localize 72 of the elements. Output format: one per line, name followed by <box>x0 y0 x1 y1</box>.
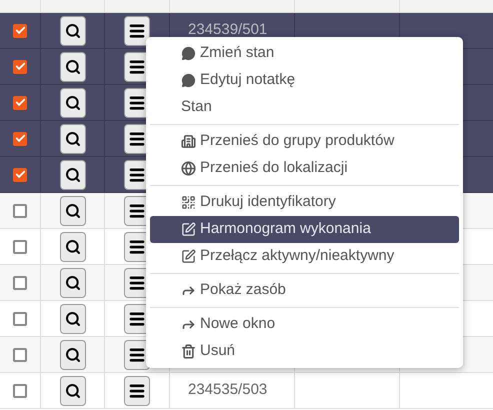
search-icon <box>64 202 80 218</box>
menu-item[interactable]: Harmonogram wykonania <box>150 216 459 243</box>
menu-item[interactable]: Przenieś do lokalizacji <box>150 155 459 182</box>
table-cell-text: 234539/501 <box>188 20 268 40</box>
menu-icon <box>128 58 146 76</box>
row-checkbox[interactable] <box>13 96 27 110</box>
menu-icon <box>128 94 146 112</box>
search-icon <box>64 382 80 398</box>
row-checkbox[interactable] <box>13 240 27 254</box>
search-button[interactable] <box>60 124 86 154</box>
row-checkbox[interactable] <box>13 348 27 362</box>
menu-icon <box>128 166 146 184</box>
search-button[interactable] <box>60 160 86 190</box>
check-icon <box>14 25 26 36</box>
search-icon <box>64 22 80 38</box>
search-icon <box>64 130 80 146</box>
menu-item[interactable]: Przełącz aktywny/nieaktywny <box>150 243 459 270</box>
search-button[interactable] <box>60 88 86 118</box>
edit-icon <box>181 222 196 237</box>
building-icon <box>181 134 196 149</box>
search-icon <box>64 310 80 326</box>
speech-bubble-icon <box>181 46 196 61</box>
check-icon <box>14 169 26 180</box>
row-checkbox[interactable] <box>13 276 27 290</box>
menu-icon <box>128 238 146 256</box>
menu-icon <box>128 22 146 40</box>
search-button[interactable] <box>60 340 86 370</box>
search-button[interactable] <box>60 52 86 82</box>
search-icon <box>64 238 80 254</box>
search-button[interactable] <box>60 16 86 46</box>
search-icon <box>64 166 80 182</box>
menu-icon <box>128 274 146 292</box>
menu-item[interactable]: Stan <box>150 94 459 121</box>
row-checkbox[interactable] <box>13 24 27 38</box>
menu-button[interactable] <box>124 16 150 46</box>
search-icon <box>64 94 80 110</box>
menu-icon <box>128 382 146 400</box>
trash-icon <box>181 344 196 359</box>
search-icon <box>64 274 80 290</box>
qr-code-icon <box>181 195 196 210</box>
menu-item[interactable]: Pokaż zasób <box>150 277 459 304</box>
search-button[interactable] <box>60 232 86 262</box>
menu-item[interactable]: Edytuj notatkę <box>150 67 459 94</box>
row-checkbox[interactable] <box>13 60 27 74</box>
edit-icon <box>181 249 196 264</box>
menu-icon <box>128 310 146 328</box>
table-row[interactable]: 234535/503 <box>0 373 493 409</box>
menu-item[interactable]: Usuń <box>150 338 459 365</box>
menu-item[interactable]: Nowe okno <box>150 311 459 338</box>
menu-item[interactable]: Przenieś do grupy produktów <box>150 128 459 155</box>
check-icon <box>14 97 26 108</box>
menu-button[interactable] <box>124 376 150 406</box>
search-button[interactable] <box>60 376 86 406</box>
menu-icon <box>128 202 146 220</box>
globe-icon <box>181 161 196 176</box>
row-checkbox[interactable] <box>13 204 27 218</box>
search-button[interactable] <box>60 196 86 226</box>
check-icon <box>14 133 26 144</box>
search-icon <box>64 346 80 362</box>
menu-icon <box>128 346 146 364</box>
search-button[interactable] <box>60 268 86 298</box>
menu-item[interactable]: Drukuj identyfikatory <box>150 189 459 216</box>
menu-icon <box>128 130 146 148</box>
row-checkbox[interactable] <box>13 132 27 146</box>
row-checkbox[interactable] <box>13 168 27 182</box>
check-icon <box>14 61 26 72</box>
speech-bubble-icon <box>181 73 196 88</box>
row-checkbox[interactable] <box>13 312 27 326</box>
search-button[interactable] <box>60 304 86 334</box>
table-cell-text: 234535/503 <box>188 380 268 400</box>
search-icon <box>64 58 80 74</box>
row-checkbox[interactable] <box>13 384 27 398</box>
